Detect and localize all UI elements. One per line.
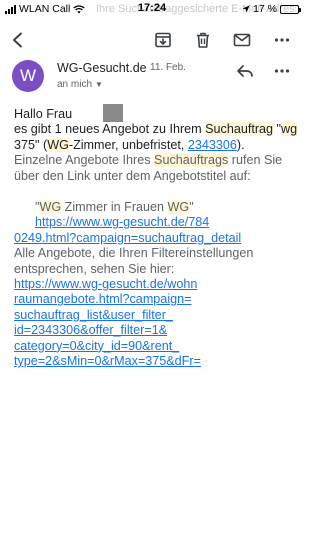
text: es gibt 1 neues Angebot zu Ihrem bbox=[14, 122, 206, 137]
back-arrow-icon bbox=[13, 32, 22, 48]
text: " bbox=[273, 122, 282, 137]
highlight: WG bbox=[167, 200, 190, 215]
more-horizontal-icon bbox=[274, 38, 290, 42]
link-line: type=2&sMin=0&rMax=375&dFr= bbox=[14, 354, 201, 369]
offer-detail-link[interactable]: https://www.wg-gesucht.de/784 0249.html?c… bbox=[14, 215, 299, 246]
sender-row: W WG-Gesucht.de 11. Feb. an mich ▼ bbox=[0, 60, 304, 100]
avatar[interactable]: W bbox=[12, 60, 44, 92]
location-icon bbox=[242, 5, 250, 13]
link-line: id=2343306&offer_filter=1& bbox=[14, 323, 168, 338]
delete-button[interactable] bbox=[191, 28, 215, 52]
link-line: https://www.wg-gesucht.de/wohn bbox=[14, 277, 198, 292]
reply-icon bbox=[237, 65, 253, 77]
sender-name[interactable]: WG-Gesucht.de bbox=[57, 61, 147, 75]
recipient-label: an mich bbox=[57, 79, 93, 90]
text: Einzelne Angebote Ihres bbox=[14, 153, 155, 168]
highlight: wg bbox=[281, 122, 298, 137]
highlight: Suchauftrags bbox=[154, 153, 229, 168]
trash-icon bbox=[197, 32, 209, 48]
chevron-down-icon: ▼ bbox=[95, 80, 103, 89]
link-line: 0249.html?campaign=suchauftrag_detail bbox=[14, 230, 242, 245]
redacted-name bbox=[103, 104, 124, 122]
archive-button[interactable] bbox=[151, 28, 175, 52]
status-right: 17 % bbox=[242, 3, 301, 15]
link-line: https://www.wg-gesucht.de/784 bbox=[35, 215, 210, 230]
battery-percent: 17 % bbox=[253, 3, 277, 15]
mail-icon bbox=[233, 33, 251, 47]
text: " bbox=[189, 200, 194, 215]
new-offer-paragraph: es gibt 1 neues Angebot zu Ihrem Suchauf… bbox=[14, 122, 299, 153]
highlight: Suchauftrag bbox=[205, 122, 274, 137]
battery-icon bbox=[280, 4, 301, 14]
link-line: category=0&city_id=90&rent_ bbox=[14, 338, 180, 353]
more-button[interactable] bbox=[270, 28, 294, 52]
text: Zimmer in Frauen bbox=[61, 200, 168, 215]
info-paragraph: Einzelne Angebote Ihres Suchauftrags ruf… bbox=[14, 153, 299, 184]
mark-unread-button[interactable] bbox=[230, 28, 254, 52]
reply-button[interactable] bbox=[233, 59, 257, 83]
highlight: WG bbox=[39, 200, 62, 215]
text: ). bbox=[236, 137, 245, 152]
greeting: Hallo Frau bbox=[14, 104, 299, 122]
message-more-button[interactable] bbox=[270, 59, 294, 83]
email-toolbar bbox=[0, 20, 304, 60]
greeting-text: Hallo Frau bbox=[14, 107, 73, 121]
offer-title: "WG Zimmer in Frauen WG" bbox=[35, 200, 299, 215]
text: 375" ( bbox=[14, 137, 48, 152]
search-id-link[interactable]: 2343306 bbox=[188, 138, 237, 152]
link-line: suchauftrag_list&user_filter_ bbox=[14, 307, 173, 322]
highlight: WG bbox=[47, 137, 69, 152]
text: -Zimmer, unbefristet, bbox=[68, 137, 188, 152]
email-date: 11. Feb. bbox=[150, 62, 186, 73]
link-line: raumangebote.html?campaign= bbox=[14, 292, 192, 307]
archive-icon bbox=[155, 32, 171, 48]
offer-block: "WG Zimmer in Frauen WG" https://www.wg-… bbox=[14, 200, 299, 246]
all-offers-paragraph: Alle Angebote, die Ihren Filtereinstellu… bbox=[14, 246, 254, 276]
more-horizontal-icon bbox=[274, 69, 290, 73]
recipient-toggle[interactable]: an mich ▼ bbox=[57, 79, 103, 90]
email-body: Hallo Frau es gibt 1 neues Angebot zu Ih… bbox=[14, 104, 299, 370]
back-button[interactable] bbox=[6, 28, 30, 52]
status-bar: WLAN Call Ihre Suchauftraggesicherte E-M… bbox=[0, 0, 304, 18]
all-offers-link[interactable]: https://www.wg-gesucht.de/wohn raumangeb… bbox=[14, 277, 299, 369]
